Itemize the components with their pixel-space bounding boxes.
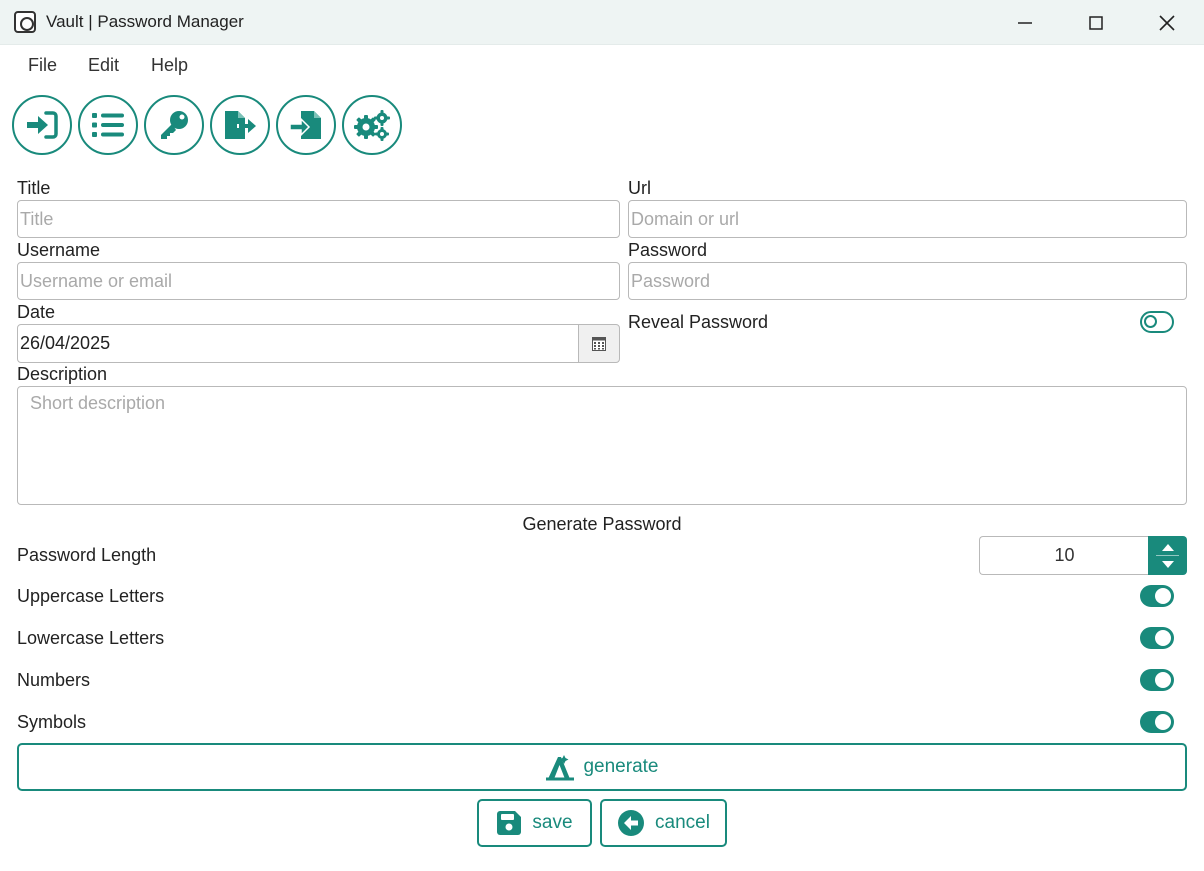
password-input[interactable] bbox=[628, 262, 1187, 300]
window-title: Vault | Password Manager bbox=[46, 12, 244, 31]
numbers-label: Numbers bbox=[17, 670, 91, 690]
menu-bar: File Edit Help bbox=[0, 46, 1204, 84]
date-input[interactable] bbox=[17, 324, 579, 363]
save-button[interactable]: save bbox=[477, 799, 592, 847]
password-length-spinner bbox=[1148, 536, 1187, 575]
close-icon bbox=[1159, 14, 1175, 31]
date-picker-button[interactable] bbox=[578, 324, 620, 363]
key-button[interactable] bbox=[144, 95, 204, 155]
toggle-knob bbox=[1144, 315, 1157, 328]
spinner-down-button[interactable] bbox=[1148, 555, 1187, 574]
url-label: Url bbox=[628, 178, 651, 198]
password-label: Password bbox=[628, 240, 708, 260]
generate-password-heading: Generate Password bbox=[522, 514, 682, 534]
export-button[interactable] bbox=[210, 95, 270, 155]
title-label: Title bbox=[17, 178, 51, 198]
lowercase-toggle[interactable] bbox=[1140, 627, 1174, 649]
export-icon bbox=[225, 111, 256, 139]
reveal-password-label: Reveal Password bbox=[628, 312, 769, 332]
settings-button[interactable] bbox=[342, 95, 402, 155]
minimize-icon bbox=[1018, 21, 1032, 24]
spinner-up-button[interactable] bbox=[1148, 537, 1187, 556]
back-arrow-icon bbox=[618, 810, 645, 836]
list-icon bbox=[92, 113, 124, 137]
save-icon bbox=[497, 811, 522, 835]
list-button[interactable] bbox=[78, 95, 138, 155]
username-input[interactable] bbox=[17, 262, 620, 300]
toggle-knob bbox=[1155, 672, 1171, 688]
toggle-knob bbox=[1155, 588, 1171, 604]
generate-button[interactable]: generate bbox=[17, 743, 1187, 791]
menu-help[interactable]: Help bbox=[151, 55, 188, 76]
import-icon bbox=[289, 111, 321, 139]
menu-file[interactable]: File bbox=[28, 55, 57, 76]
description-label: Description bbox=[17, 364, 108, 384]
caret-down-icon bbox=[1161, 560, 1174, 568]
title-bar: Vault | Password Manager bbox=[0, 0, 1204, 45]
login-button[interactable] bbox=[12, 95, 72, 155]
reveal-password-toggle[interactable] bbox=[1140, 311, 1174, 333]
calendar-icon bbox=[592, 336, 606, 351]
toggle-knob bbox=[1155, 630, 1171, 646]
vault-app-icon bbox=[14, 11, 36, 33]
numbers-toggle[interactable] bbox=[1140, 669, 1174, 691]
date-label: Date bbox=[17, 302, 56, 322]
menu-edit[interactable]: Edit bbox=[88, 55, 119, 76]
password-length-label: Password Length bbox=[17, 545, 157, 565]
uppercase-toggle[interactable] bbox=[1140, 585, 1174, 607]
toggle-knob bbox=[1155, 714, 1171, 730]
close-button[interactable] bbox=[1132, 0, 1202, 45]
password-length-value[interactable]: 10 bbox=[979, 536, 1149, 575]
import-button[interactable] bbox=[276, 95, 336, 155]
symbols-label: Symbols bbox=[17, 712, 87, 732]
username-label: Username bbox=[17, 240, 101, 260]
title-input[interactable] bbox=[17, 200, 620, 238]
save-label: save bbox=[532, 812, 573, 833]
maximize-icon bbox=[1089, 15, 1103, 30]
caret-up-icon bbox=[1161, 543, 1174, 551]
cancel-button[interactable]: cancel bbox=[600, 799, 727, 847]
description-textarea[interactable] bbox=[17, 386, 1187, 505]
symbols-toggle[interactable] bbox=[1140, 711, 1174, 733]
magic-wand-icon bbox=[546, 755, 575, 781]
key-icon bbox=[161, 111, 188, 139]
url-input[interactable] bbox=[628, 200, 1187, 238]
maximize-button[interactable] bbox=[1061, 0, 1131, 45]
login-icon bbox=[27, 111, 58, 139]
settings-icon bbox=[354, 110, 390, 141]
generate-label: generate bbox=[583, 756, 659, 777]
cancel-label: cancel bbox=[655, 812, 710, 833]
uppercase-label: Uppercase Letters bbox=[17, 586, 165, 606]
lowercase-label: Lowercase Letters bbox=[17, 628, 165, 648]
minimize-button[interactable] bbox=[990, 0, 1060, 45]
